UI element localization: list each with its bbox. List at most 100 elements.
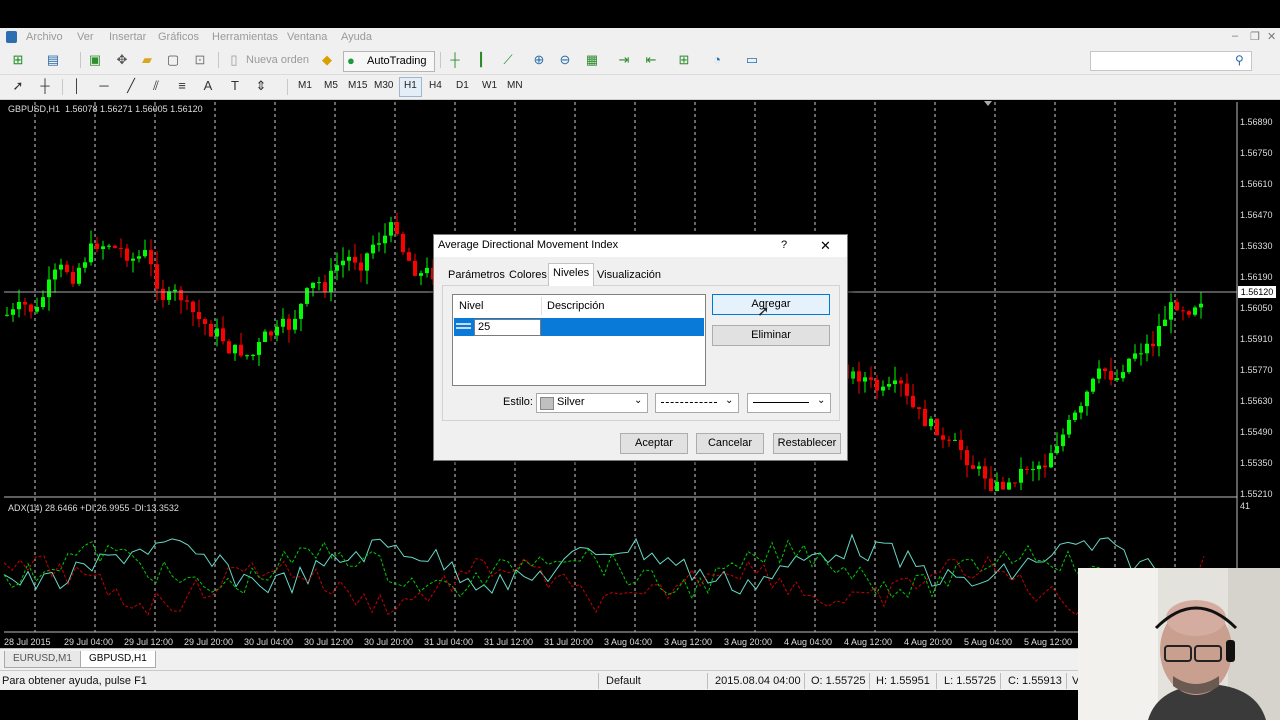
- restore-icon[interactable]: ❐: [1250, 30, 1260, 43]
- chart-tab-gbpusd[interactable]: GBPUSD,H1: [80, 651, 156, 668]
- bull-candle: [137, 256, 141, 259]
- text-icon[interactable]: A: [199, 77, 217, 95]
- tf-h4[interactable]: H4: [429, 80, 442, 91]
- arrows-icon[interactable]: ⇕: [252, 77, 270, 95]
- cursor-icon[interactable]: ➚: [9, 77, 27, 95]
- tf-d1[interactable]: D1: [456, 80, 469, 91]
- bear-candle: [65, 264, 69, 273]
- dashed-line-sample: [661, 402, 717, 403]
- bull-candle: [1049, 453, 1053, 468]
- zoom-in-icon[interactable]: ⊕: [530, 51, 548, 69]
- bull-candle: [1163, 319, 1167, 327]
- tf-w1[interactable]: W1: [482, 80, 497, 91]
- tab-visualizacion[interactable]: Visualización: [594, 266, 664, 285]
- tf-m5[interactable]: M5: [324, 80, 338, 91]
- navigator-icon[interactable]: ✥: [113, 51, 131, 69]
- level-row[interactable]: 25: [454, 318, 704, 336]
- channel-icon[interactable]: ⫽: [147, 77, 165, 95]
- horizontal-line-icon[interactable]: ─: [95, 77, 113, 95]
- search-icon[interactable]: ⚲: [1235, 53, 1244, 67]
- separator: [80, 52, 81, 68]
- minimize-icon[interactable]: –: [1232, 30, 1238, 42]
- time-tick-label: 30 Jul 12:00: [304, 637, 354, 647]
- level-value: 25: [478, 321, 491, 333]
- candles-icon[interactable]: ┃: [472, 51, 490, 69]
- bull-candle: [1019, 468, 1023, 483]
- terminal-icon[interactable]: ▢: [164, 51, 182, 69]
- bar-chart-icon[interactable]: ┼: [446, 51, 464, 69]
- trendline-icon[interactable]: ╱: [122, 77, 140, 95]
- tf-m1[interactable]: M1: [298, 80, 312, 91]
- menu-ver[interactable]: Ver: [77, 31, 94, 43]
- bull-candle: [299, 303, 303, 319]
- market-watch-icon[interactable]: ▣: [86, 51, 104, 69]
- menu-herramientas[interactable]: Herramientas: [212, 31, 278, 43]
- line-style-select[interactable]: ⌄: [655, 393, 739, 413]
- vertical-line-icon[interactable]: │: [68, 77, 86, 95]
- tf-mn[interactable]: MN: [507, 80, 523, 91]
- ok-button[interactable]: Aceptar: [620, 433, 688, 454]
- dialog-close-icon[interactable]: ✕: [820, 238, 831, 254]
- profiles-icon[interactable]: ▤: [44, 51, 62, 69]
- bear-candle: [113, 245, 117, 248]
- close-icon[interactable]: ✕: [1267, 30, 1276, 43]
- bear-candle: [359, 262, 363, 271]
- zoom-out-icon[interactable]: ⊖: [556, 51, 574, 69]
- bear-candle: [29, 304, 33, 312]
- indicators-icon[interactable]: ⊞: [675, 51, 693, 69]
- chart-header: GBPUSD,H1 1.56078 1.56271 1.56005 1.5612…: [8, 104, 203, 114]
- line-width-select[interactable]: ⌄: [747, 393, 831, 413]
- column-header-descripcion[interactable]: Descripción: [547, 300, 604, 312]
- autotrading-button[interactable]: ● AutoTrading: [343, 51, 435, 72]
- chart-shift-icon[interactable]: ⇥: [615, 51, 633, 69]
- tf-m15[interactable]: M15: [348, 80, 367, 91]
- tf-h1[interactable]: H1: [404, 80, 417, 91]
- chart-tab-eurusd[interactable]: EURUSD,M1: [4, 651, 81, 668]
- new-order-icon[interactable]: ▯: [225, 51, 243, 69]
- bull-candle: [347, 256, 351, 261]
- app-icon[interactable]: [6, 31, 17, 43]
- bull-candle: [1145, 343, 1149, 354]
- crosshair-icon[interactable]: ┼: [36, 77, 54, 95]
- help-icon[interactable]: ?: [781, 239, 787, 251]
- bull-candle: [305, 288, 309, 304]
- remove-level-button[interactable]: Eliminar: [712, 325, 830, 346]
- bear-candle: [179, 289, 183, 301]
- menu-ayuda[interactable]: Ayuda: [341, 31, 372, 43]
- line-chart-icon[interactable]: ⟋: [499, 51, 517, 69]
- menu-ventana[interactable]: Ventana: [287, 31, 327, 43]
- folder-icon[interactable]: ▰: [138, 51, 156, 69]
- templates-icon[interactable]: ▭: [743, 51, 761, 69]
- autotrading-label: AutoTrading: [367, 55, 427, 67]
- column-header-nivel[interactable]: Nivel: [459, 300, 483, 312]
- tab-parametros[interactable]: Parámetros: [445, 266, 508, 285]
- separator: [62, 79, 63, 95]
- add-level-button[interactable]: Agregar: [712, 294, 830, 315]
- new-chart-icon[interactable]: ⊞: [9, 51, 27, 69]
- new-order-button[interactable]: Nueva orden: [246, 54, 309, 66]
- tab-colores[interactable]: Colores: [506, 266, 550, 285]
- periods-icon[interactable]: ◔: [708, 51, 726, 69]
- menu-archivo[interactable]: Archivo: [26, 31, 63, 43]
- level-color-select[interactable]: Silver ⌄: [536, 393, 648, 413]
- tab-niveles[interactable]: Niveles: [548, 263, 595, 286]
- menu-graficos[interactable]: Gráficos: [158, 31, 199, 43]
- search-input[interactable]: ⚲: [1090, 51, 1252, 71]
- label-icon[interactable]: T: [226, 77, 244, 95]
- fibonacci-icon[interactable]: ≡: [173, 77, 191, 95]
- autoscroll-icon[interactable]: ⇤: [642, 51, 660, 69]
- menu-insertar[interactable]: Insertar: [109, 31, 146, 43]
- bear-candle: [155, 264, 159, 289]
- tf-m30[interactable]: M30: [374, 80, 393, 91]
- bull-candle: [233, 344, 237, 354]
- bear-candle: [1025, 468, 1029, 470]
- tester-icon[interactable]: ⊡: [191, 51, 209, 69]
- reset-button[interactable]: Restablecer: [773, 433, 841, 454]
- tile-windows-icon[interactable]: ▦: [583, 51, 601, 69]
- level-value-input[interactable]: 25: [474, 319, 541, 336]
- expert-icon[interactable]: ◆: [318, 51, 336, 69]
- levels-list[interactable]: Nivel Descripción 25: [452, 294, 706, 386]
- bull-candle: [1007, 482, 1011, 490]
- cancel-button[interactable]: Cancelar: [696, 433, 764, 454]
- dialog-titlebar[interactable]: Average Directional Movement Index ? ✕: [434, 235, 847, 257]
